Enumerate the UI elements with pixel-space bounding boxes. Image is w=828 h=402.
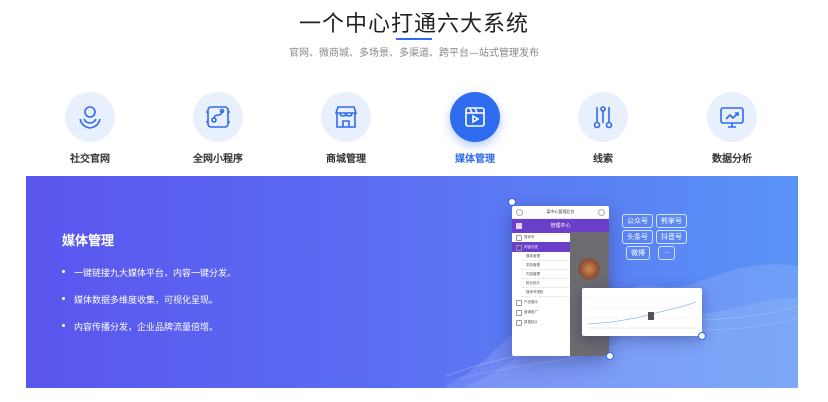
store-icon [321,92,371,142]
tab-label: 线索 [593,154,613,165]
mini-line-chart-graphic [587,297,697,329]
phone-submenu-item: 发布管理 [522,261,570,270]
tab-label: 媒体管理 [455,154,495,165]
phone-submenu-item: 媒体管理 [522,252,570,261]
tab-store[interactable]: 商城管理 [291,92,401,165]
feature-panel: 媒体管理 一键链接九大媒体平台，内容一键分发。 媒体数据多维度收集，可视化呈现。… [26,176,798,388]
selection-handle [606,352,614,360]
tab-label: 数据分析 [712,154,752,165]
phone-submenu-item: 内容管理 [522,270,570,279]
phone-menu-item: 产品展示 [512,297,570,307]
tab-analytics[interactable]: 数据分析 [677,92,787,165]
tab-label: 全网小程序 [193,154,243,165]
selection-handle [508,198,516,206]
menu-item-icon [516,235,522,241]
menu-item-icon [516,310,522,316]
phone-submenu-item: 粉丝统计 [522,279,570,288]
social-website-icon [65,92,115,142]
tab-label: 社交官网 [70,154,110,165]
panel-title: 媒体管理 [62,234,115,249]
phone-menu-item: 营销推广 [512,307,570,317]
tab-leads[interactable]: 线索 [548,92,658,165]
dashboard-chart-card [582,288,702,336]
page-title: 一个中心打通六大系统 [298,12,529,37]
tab-social-website[interactable]: 社交官网 [35,92,145,165]
avatar-thumbnail [578,258,600,280]
selection-handle [698,332,706,340]
analytics-icon [707,92,757,142]
tab-label: 商城管理 [326,154,366,165]
feature-bullet: 一键链接九大媒体平台，内容一键分发。 [62,266,236,279]
tab-mini-program[interactable]: 全网小程序 [163,92,273,165]
feature-tabs: 社交官网 全网小程序 商城管理 媒体管理 线索 数据分析 [0,92,828,172]
phone-menu-item: 数据统计 [512,317,570,327]
platform-tag: 公众号 [622,214,653,228]
tab-media[interactable]: 媒体管理 [420,92,530,165]
phone-menu-item: 内容分发 [512,242,570,252]
phone-back-icon [516,209,523,216]
platform-tag: 头条号 [622,230,653,244]
menu-item-icon [516,245,522,251]
menu-item-icon [516,300,522,306]
mini-program-icon [193,92,243,142]
phone-menu-item: 媒体号 [512,232,570,242]
phone-top-bar: 某中心管理后台 [512,206,609,219]
feature-bullet: 内容传播分发，企业品牌流量倍增。 [62,320,236,333]
phone-header: 管理中心 [512,219,609,233]
platform-tag: ··· [658,246,675,260]
page-subtitle: 官网、微商城、多场景、多渠道、跨平台—站式管理发布 [289,48,539,59]
phone-submenu-item: 媒体号授权 [522,288,570,297]
lead-icon [578,92,628,142]
title-underline [396,38,432,40]
menu-item-icon [516,320,522,326]
feature-bullet: 媒体数据多维度收集，可视化呈现。 [62,293,236,306]
feature-list: 一键链接九大媒体平台，内容一键分发。 媒体数据多维度收集，可视化呈现。 内容传播… [62,266,236,347]
phone-header-title: 管理中心 [550,223,571,229]
phone-menu-icon [516,223,522,229]
platform-tag: 抖音号 [656,230,687,244]
phone-top-title: 某中心管理后台 [546,209,575,214]
platform-tag: 微博 [626,246,650,260]
phone-more-icon [598,209,605,216]
platform-tag: 熊掌号 [656,214,687,228]
video-play-icon [450,92,500,142]
phone-menu: 媒体号 内容分发 媒体管理 发布管理 内容管理 粉丝统计 媒体号授权 产品展示 … [512,232,570,327]
